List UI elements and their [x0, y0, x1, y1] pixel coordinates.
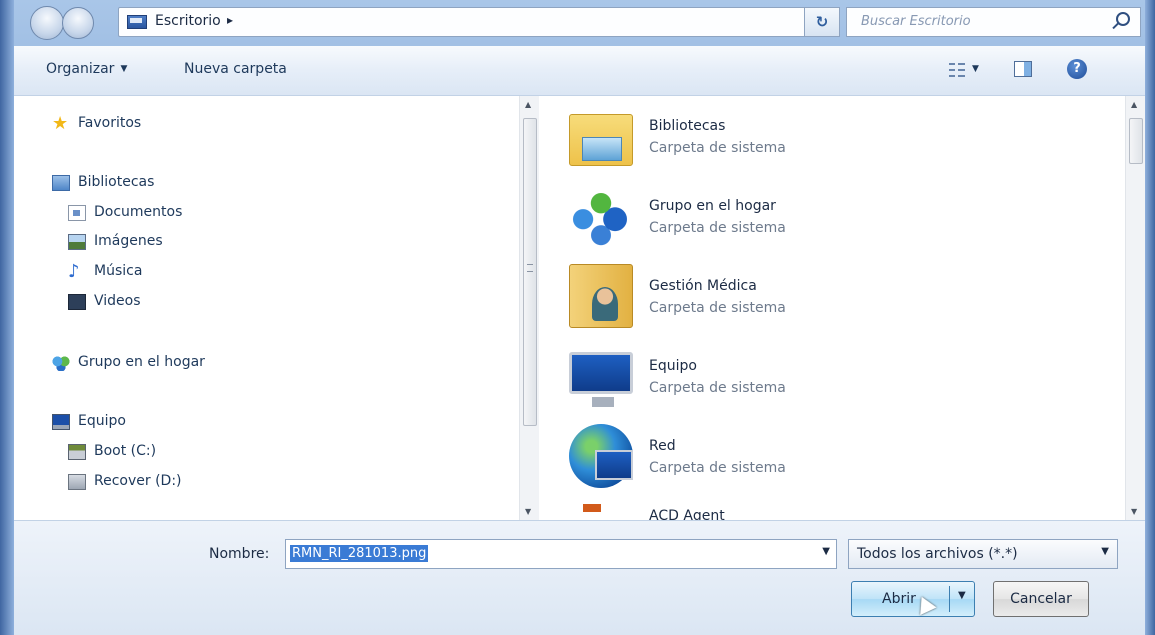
- mouse-cursor-icon: [913, 592, 937, 616]
- address-bar[interactable]: Escritorio ▸ ▼: [118, 7, 820, 37]
- file-type-filter[interactable]: Todos los archivos (*.*) ▼: [848, 539, 1118, 569]
- file-type: Carpeta de sistema: [649, 380, 786, 396]
- file-type-filter-value: Todos los archivos (*.*): [857, 546, 1018, 562]
- open-options-dropdown-icon[interactable]: ▼: [958, 590, 966, 601]
- file-item-libraries[interactable]: Bibliotecas Carpeta de sistema: [569, 104, 989, 174]
- back-button[interactable]: [30, 6, 64, 40]
- network-icon: [569, 424, 633, 488]
- file-type: Carpeta de sistema: [649, 220, 786, 236]
- help-icon[interactable]: ?: [1067, 59, 1087, 79]
- change-view-icon[interactable]: [949, 62, 965, 78]
- music-note-icon: ♪: [68, 261, 80, 282]
- nav-item-label: Documentos: [94, 204, 183, 220]
- organize-label: Organizar: [46, 61, 115, 77]
- forward-button[interactable]: [62, 7, 94, 39]
- open-button[interactable]: Abrir ▼: [851, 581, 975, 617]
- file-name-value[interactable]: RMN_RI_281013.png: [290, 545, 429, 562]
- organize-button[interactable]: Organizar ▼: [46, 61, 127, 77]
- document-icon: [68, 205, 86, 221]
- content-area: ★ Favoritos Bibliotecas Documentos Imáge…: [14, 96, 1145, 520]
- homegroup-icon: [569, 184, 633, 248]
- address-row: Escritorio ▸ ▼ ↻ Buscar Escritorio: [14, 0, 1145, 46]
- open-button-label: Abrir: [882, 591, 916, 607]
- nav-item-label: Boot (C:): [94, 443, 157, 459]
- nav-item-label: Recover (D:): [94, 473, 182, 489]
- nav-item-label: Grupo en el hogar: [78, 354, 205, 370]
- file-item-homegroup[interactable]: Grupo en el hogar Carpeta de sistema: [569, 184, 989, 254]
- scroll-down-icon[interactable]: ▼: [525, 507, 531, 516]
- computer-icon: [569, 352, 633, 407]
- nav-item-label: Favoritos: [78, 115, 142, 131]
- file-name: Bibliotecas: [649, 118, 726, 134]
- file-type: Carpeta de sistema: [649, 460, 786, 476]
- file-type: Carpeta de sistema: [649, 140, 786, 156]
- window-right-border: [1145, 0, 1155, 635]
- system-drive-icon: [68, 444, 86, 460]
- file-name: Red: [649, 438, 676, 454]
- navigation-scrollbar[interactable]: ▲ ▼: [519, 96, 539, 520]
- file-item-network[interactable]: Red Carpeta de sistema: [569, 424, 989, 494]
- dialog-footer: Nombre: RMN_RI_281013.png ▼ Todos los ar…: [14, 520, 1145, 635]
- scroll-thumb[interactable]: [523, 118, 537, 426]
- video-icon: [68, 294, 86, 310]
- file-item-acd-agent[interactable]: ACD Agent: [569, 494, 989, 520]
- cancel-button-label: Cancelar: [1010, 591, 1072, 607]
- navigation-pane: ★ Favoritos Bibliotecas Documentos Imáge…: [14, 96, 519, 520]
- desktop-folder-icon: [127, 15, 147, 29]
- acd-agent-icon: [569, 494, 633, 520]
- breadcrumb-location[interactable]: Escritorio: [155, 13, 221, 29]
- nav-item-label: Bibliotecas: [78, 174, 155, 190]
- refresh-button[interactable]: ↻: [804, 7, 840, 37]
- file-item-computer[interactable]: Equipo Carpeta de sistema: [569, 344, 989, 414]
- file-name: Grupo en el hogar: [649, 198, 776, 214]
- file-list: Bibliotecas Carpeta de sistema Grupo en …: [539, 96, 1125, 520]
- computer-icon: [52, 414, 70, 430]
- scroll-down-icon[interactable]: ▼: [1131, 507, 1137, 516]
- filter-dropdown-icon[interactable]: ▼: [1101, 546, 1109, 557]
- file-item-gestion-medica[interactable]: Gestión Médica Carpeta de sistema: [569, 264, 989, 334]
- search-icon[interactable]: [1116, 12, 1130, 26]
- preview-pane-icon[interactable]: [1014, 61, 1032, 77]
- scroll-grip-icon: [527, 264, 533, 272]
- file-name-label: Nombre:: [209, 546, 270, 562]
- nav-item-label: Videos: [94, 293, 141, 309]
- image-icon: [68, 234, 86, 250]
- libraries-icon: [52, 175, 70, 191]
- search-input[interactable]: Buscar Escritorio: [846, 7, 1141, 37]
- drive-icon: [68, 474, 86, 490]
- file-name: Equipo: [649, 358, 697, 374]
- window-left-border: [0, 0, 14, 635]
- split-divider: [949, 586, 950, 612]
- nav-item-label: Imágenes: [94, 233, 163, 249]
- file-name: Gestión Médica: [649, 278, 757, 294]
- view-dropdown-icon[interactable]: ▼: [972, 64, 979, 74]
- search-placeholder: Buscar Escritorio: [861, 14, 971, 29]
- cancel-button[interactable]: Cancelar: [993, 581, 1089, 617]
- new-folder-button[interactable]: Nueva carpeta: [184, 61, 287, 77]
- command-bar: Organizar ▼ Nueva carpeta ▼ ?: [14, 46, 1145, 96]
- file-name: ACD Agent: [649, 508, 725, 520]
- nav-item-label: Equipo: [78, 413, 126, 429]
- homegroup-icon: [52, 355, 70, 371]
- file-type: Carpeta de sistema: [649, 300, 786, 316]
- scroll-thumb[interactable]: [1129, 118, 1143, 164]
- organize-dropdown-icon: ▼: [120, 64, 128, 74]
- breadcrumb-arrow-icon[interactable]: ▸: [227, 13, 233, 27]
- file-name-dropdown-icon[interactable]: ▼: [822, 546, 830, 557]
- libraries-folder-icon: [569, 114, 633, 166]
- scroll-up-icon[interactable]: ▲: [525, 100, 531, 109]
- scroll-up-icon[interactable]: ▲: [1131, 100, 1137, 109]
- file-name-input[interactable]: RMN_RI_281013.png ▼: [285, 539, 837, 569]
- file-list-scrollbar[interactable]: ▲ ▼: [1125, 96, 1145, 520]
- nav-item-label: Música: [94, 263, 143, 279]
- user-folder-icon: [569, 264, 633, 328]
- star-icon: ★: [52, 113, 69, 134]
